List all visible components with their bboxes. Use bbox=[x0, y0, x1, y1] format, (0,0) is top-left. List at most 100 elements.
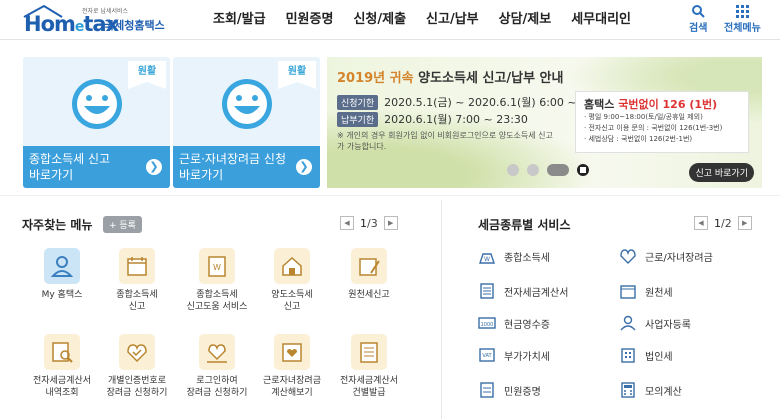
svg-text:1000: 1000 bbox=[481, 322, 494, 328]
search-label: 검색 bbox=[689, 23, 708, 34]
banner-note: ※ 개인의 경우 회원가입 없이 비회원로그인으로 양도소득세 신고가 가능합니… bbox=[337, 131, 553, 151]
smiley-face-icon bbox=[72, 79, 122, 129]
invoice-icon bbox=[478, 282, 496, 300]
banner-dot[interactable] bbox=[507, 164, 519, 176]
next-page-button[interactable]: ▶ bbox=[383, 216, 398, 230]
tax-service-item[interactable]: 법인세 bbox=[619, 344, 673, 366]
logo-subtitle: 국세청홈택스 bbox=[104, 19, 165, 32]
tax-service-item[interactable]: W 종합소득세 bbox=[478, 245, 550, 267]
hometax-logo[interactable]: 전자로 납세서비스 Hometax 국세청홈택스 bbox=[22, 4, 172, 36]
banner-dot-active[interactable] bbox=[547, 164, 569, 176]
frequent-menu-label: 로그인하여 장려금 신청하기 bbox=[186, 376, 248, 398]
nav-item-agent[interactable]: 세무대리인 bbox=[561, 0, 641, 40]
tax-service-label: 모의계산 bbox=[645, 386, 682, 398]
notice-banner[interactable]: 2019년 귀속 양도소득세 신고/납부 안내 신청기한 2020.5.1(금) … bbox=[327, 57, 762, 188]
card-incentive-application[interactable]: 원활 근로·자녀장려금 신청 바로가기 ❯ bbox=[173, 57, 320, 188]
frequent-menu-title: 자주찾는 메뉴 bbox=[22, 218, 93, 232]
frequent-menu-item[interactable]: W 종합소득세 신고도움 서비스 bbox=[179, 248, 255, 313]
calendar-pen-icon bbox=[351, 248, 387, 284]
chevron-right-icon: ❯ bbox=[296, 159, 312, 175]
svg-text:VAT: VAT bbox=[482, 353, 492, 359]
house-icon bbox=[274, 248, 310, 284]
tax-service-label: 부가가치세 bbox=[504, 351, 550, 363]
frequent-menu-item[interactable]: 로그인하여 장려금 신청하기 bbox=[179, 334, 255, 399]
nav-item-consult[interactable]: 상담/제보 bbox=[489, 0, 562, 40]
frequent-menu-item[interactable]: My 홈택스 bbox=[24, 248, 100, 301]
main-nav: 조회/발급 민원증명 신청/제출 신고/납부 상담/제보 세무대리인 bbox=[203, 0, 641, 40]
document-w-icon: W bbox=[199, 248, 235, 284]
divider bbox=[0, 195, 780, 196]
building-icon bbox=[619, 346, 637, 364]
tax-service-item[interactable]: 전자세금계산서 bbox=[478, 280, 568, 302]
banner-dot[interactable] bbox=[527, 164, 539, 176]
calendar-icon bbox=[119, 248, 155, 284]
frequent-menu-label: 개별인증번호로 장려금 신청하기 bbox=[106, 376, 168, 398]
banner-period-filing: 신청기한 2020.5.1(금) ~ 2020.6.1(월) 6:00 ~ 24:… bbox=[337, 94, 612, 110]
all-menu-label: 전체메뉴 bbox=[724, 23, 761, 34]
nav-item-filing[interactable]: 신고/납부 bbox=[416, 0, 489, 40]
nav-item-application[interactable]: 신청/제출 bbox=[343, 0, 416, 40]
svg-text:W: W bbox=[484, 256, 490, 263]
frequent-menu-label: 근로자녀장려금 계산해보기 bbox=[263, 376, 321, 398]
stop-icon[interactable] bbox=[577, 164, 589, 176]
calculator-icon bbox=[619, 381, 637, 399]
svg-text:W: W bbox=[213, 263, 221, 272]
calendar-icon bbox=[619, 282, 637, 300]
tax-service-item[interactable]: 원천세 bbox=[619, 280, 673, 302]
frequent-menu-item[interactable]: 전자세금계산서 내역조회 bbox=[24, 334, 100, 399]
status-badge: 원활 bbox=[278, 61, 316, 89]
nav-item-certificate[interactable]: 민원증명 bbox=[276, 0, 344, 40]
tax-service-item[interactable]: 모의계산 bbox=[619, 379, 682, 401]
prev-page-button[interactable]: ◀ bbox=[340, 216, 354, 230]
card-label: 근로·자녀장려금 신청 바로가기 ❯ bbox=[173, 146, 320, 188]
services-pager: ◀ 1/2 ▶ bbox=[694, 216, 752, 230]
frequent-pager: ◀ 1/3 ▶ bbox=[340, 216, 398, 230]
frequent-menu-label: My 홈택스 bbox=[41, 290, 83, 300]
person-icon bbox=[44, 248, 80, 284]
tax-service-item[interactable]: 1000 현금영수증 bbox=[478, 312, 550, 334]
next-page-button[interactable]: ▶ bbox=[737, 216, 752, 230]
card-label: 종합소득세 신고 바로가기 ❯ bbox=[23, 146, 170, 188]
frequent-menu-label: 원천세신고 bbox=[348, 290, 390, 300]
banner-period-payment: 납부기한 2020.6.1(월) 7:00 ~ 23:30 bbox=[337, 111, 528, 127]
document-icon bbox=[478, 381, 496, 399]
frequent-menu-label: 종합소득세 신고 bbox=[116, 290, 158, 312]
all-menu-button[interactable]: 전체메뉴 bbox=[724, 4, 761, 34]
tax-service-item[interactable]: 민원증명 bbox=[478, 379, 541, 401]
frequent-menu-item[interactable]: 근로자녀장려금 계산해보기 bbox=[254, 334, 330, 399]
card-income-tax-filing[interactable]: 원활 종합소득세 신고 바로가기 ❯ bbox=[23, 57, 170, 188]
heart-hand-icon bbox=[199, 334, 235, 370]
top-header: 전자로 납세서비스 Hometax 국세청홈택스 조회/발급 민원증명 신청/제… bbox=[0, 0, 780, 40]
page-indicator: 1/3 bbox=[360, 216, 378, 230]
banner-title: 2019년 귀속 양도소득세 신고/납부 안내 bbox=[337, 71, 564, 86]
frequent-menu-item[interactable]: 개별인증번호로 장려금 신청하기 bbox=[99, 334, 175, 399]
frequent-menu-item[interactable]: 양도소득세 신고 bbox=[254, 248, 330, 313]
tax-service-label: 원천세 bbox=[645, 287, 673, 299]
person-icon bbox=[619, 314, 637, 332]
tax-service-item[interactable]: 근로/자녀장려금 bbox=[619, 245, 713, 267]
prev-page-button[interactable]: ◀ bbox=[694, 216, 708, 230]
add-menu-button[interactable]: + 등록 bbox=[103, 216, 142, 233]
frequent-menu-item[interactable]: 전자세금계산서 건별발급 bbox=[331, 334, 407, 399]
frequent-menu-item[interactable]: 원천세신고 bbox=[331, 248, 407, 301]
tax-service-item[interactable]: VAT 부가가치세 bbox=[478, 344, 550, 366]
banner-pagination bbox=[507, 164, 589, 176]
search-button[interactable]: 검색 bbox=[689, 4, 707, 34]
receipt-1000-icon: 1000 bbox=[478, 314, 496, 332]
page-indicator: 1/2 bbox=[714, 216, 732, 230]
banner-go-button[interactable]: 신고 바로가기 bbox=[689, 163, 754, 182]
frequent-menu-label: 종합소득세 신고도움 서비스 bbox=[186, 290, 248, 312]
frequent-menu-item[interactable]: 종합소득세 신고 bbox=[99, 248, 175, 313]
tax-service-label: 전자세금계산서 bbox=[504, 287, 569, 299]
money-bag-icon: W bbox=[478, 247, 496, 265]
heart-check-icon bbox=[119, 334, 155, 370]
tax-service-label: 근로/자녀장려금 bbox=[645, 252, 713, 264]
banner-contact-box: 홈택스 국번없이 126 (1번) · 평일 9:00~18:00(토/일/공휴… bbox=[575, 91, 749, 153]
nav-item-inquiry[interactable]: 조회/발급 bbox=[203, 0, 276, 40]
vat-icon: VAT bbox=[478, 346, 496, 364]
tax-services-title: 세금종류별 서비스 bbox=[478, 218, 571, 232]
frequent-menu-label: 양도소득세 신고 bbox=[271, 290, 313, 312]
search-doc-icon bbox=[44, 334, 80, 370]
tax-service-label: 사업자등록 bbox=[645, 319, 691, 331]
tax-service-item[interactable]: 사업자등록 bbox=[619, 312, 691, 334]
